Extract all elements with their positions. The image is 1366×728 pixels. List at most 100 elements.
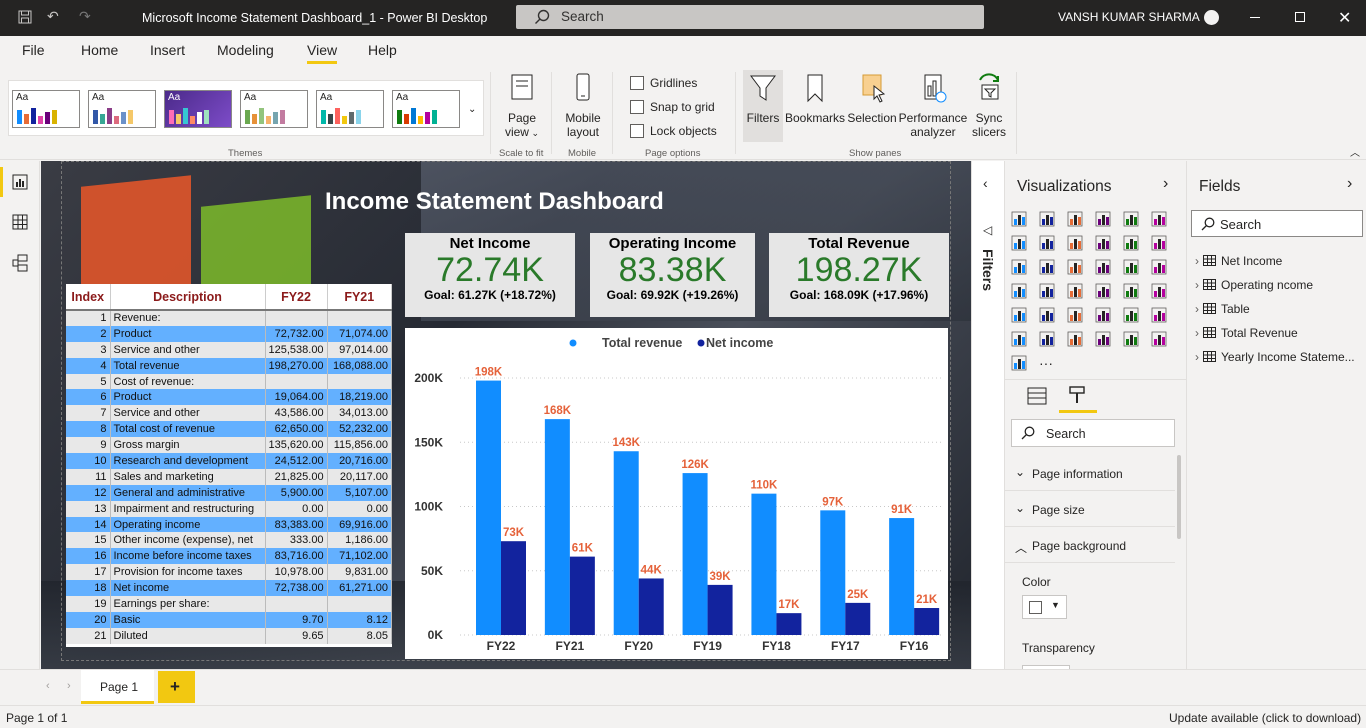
undo-icon[interactable]: ↶ <box>47 8 59 25</box>
table-row[interactable]: 3 Service and other 125,538.00 97,014.00 <box>66 341 393 358</box>
table-row[interactable]: 19 Earnings per share: <box>66 596 393 612</box>
chevron-left-icon[interactable]: ‹ <box>983 175 988 191</box>
filled-map-icon[interactable] <box>1039 283 1057 299</box>
bar-net-income[interactable] <box>501 541 526 635</box>
theme-4[interactable]: Aa <box>240 90 308 128</box>
lock-check[interactable] <box>630 123 644 138</box>
menu-file[interactable]: File <box>22 42 45 58</box>
mobile-layout-button[interactable]: Mobile layout <box>561 72 605 139</box>
r-visual-icon[interactable] <box>1095 307 1113 323</box>
card-icon[interactable] <box>1095 283 1113 299</box>
area-chart-icon[interactable] <box>1039 235 1057 251</box>
column-header[interactable]: Description <box>110 284 266 311</box>
filters-button[interactable]: Filters <box>743 70 783 142</box>
table-row[interactable]: 16 Income before income taxes 83,716.00 71,… <box>66 548 393 565</box>
stacked-area-icon[interactable] <box>1067 235 1085 251</box>
multirow-card-icon[interactable] <box>1123 283 1141 299</box>
table-row[interactable]: 6 Product 19,064.00 18,219.00 <box>66 389 393 406</box>
bar-net-income[interactable] <box>776 613 802 635</box>
line-chart-icon[interactable] <box>1011 235 1029 251</box>
power-apps-icon[interactable] <box>1123 331 1141 347</box>
matrix-icon[interactable] <box>1067 307 1085 323</box>
format-paint-icon[interactable] <box>1067 385 1087 405</box>
ribbon-chart-icon[interactable] <box>1151 235 1169 251</box>
next-page-icon[interactable]: › <box>67 680 71 692</box>
table-row[interactable]: 18 Net income 72,738.00 61,271.00 <box>66 580 393 597</box>
bar-total-revenue[interactable] <box>613 451 639 635</box>
scatter-icon[interactable] <box>1067 259 1085 275</box>
table-row[interactable]: 5 Cost of revenue: <box>66 373 393 390</box>
bar-total-revenue[interactable] <box>751 493 777 635</box>
collapse-ribbon-icon[interactable]: ︿ <box>1350 144 1360 159</box>
kpi-operating-income[interactable]: Operating Income 83.38K Goal: 69.92K (+1… <box>590 233 755 317</box>
avatar[interactable] <box>1204 10 1219 25</box>
minimize-button[interactable] <box>1250 17 1260 18</box>
chevron-right-icon[interactable]: › <box>1163 175 1168 193</box>
table-row[interactable]: 14 Operating income 83,383.00 69,916.00 <box>66 516 393 533</box>
update-link[interactable]: Update available (click to download) <box>1169 711 1361 725</box>
slicer-icon[interactable] <box>1011 307 1029 323</box>
100-column-icon[interactable] <box>1151 211 1169 227</box>
section-page-background[interactable]: ︿ Page background <box>1005 527 1175 563</box>
pie-icon[interactable] <box>1095 259 1113 275</box>
table-row[interactable]: 12 General and administrative 5,900.00 5,10… <box>66 484 393 501</box>
income-statement-table[interactable]: Index Description FY22 FY21 1 Revenue: 2 Pr… <box>66 284 393 647</box>
maximize-button[interactable] <box>1295 12 1305 22</box>
kpi-total-revenue[interactable]: Total Revenue 198.27K Goal: 168.09K (+17… <box>769 233 949 317</box>
field-table-item[interactable]: › Table <box>1195 302 1365 326</box>
bar-total-revenue[interactable] <box>544 419 570 635</box>
bar-net-income[interactable] <box>914 608 940 635</box>
legend-label[interactable]: Net income <box>706 336 773 350</box>
table-row[interactable]: 1 Revenue: <box>66 310 393 326</box>
page-view-button[interactable]: Page view ⌄ <box>500 72 544 139</box>
treemap-icon[interactable] <box>1151 259 1169 275</box>
bookmarks-button[interactable]: Bookmarks <box>785 72 845 125</box>
table-row[interactable]: 9 Gross margin 135,620.00 115,856.00 <box>66 437 393 454</box>
add-page-button[interactable]: + <box>158 671 195 703</box>
prev-page-icon[interactable]: ‹ <box>46 680 50 692</box>
color-picker[interactable]: ▼ <box>1022 595 1067 619</box>
selection-button[interactable]: Selection <box>846 72 898 125</box>
table-icon[interactable] <box>1039 307 1057 323</box>
kpi-icon[interactable] <box>1151 283 1169 299</box>
narrative-icon[interactable] <box>1067 331 1085 347</box>
more-visuals-icon[interactable]: ··· <box>1039 355 1057 371</box>
column-header[interactable]: FY22 <box>265 284 328 311</box>
performance-analyzer-button[interactable]: Performance analyzer <box>898 72 968 139</box>
legend-label[interactable]: Total revenue <box>602 336 682 350</box>
bar-net-income[interactable] <box>845 602 871 635</box>
table-row[interactable]: 17 Provision for income taxes 10,978.00 9,8… <box>66 564 393 581</box>
python-icon[interactable] <box>1123 307 1141 323</box>
qa-icon[interactable] <box>1039 331 1057 347</box>
themes-more-icon[interactable]: ⌄ <box>468 104 476 115</box>
bar-total-revenue[interactable] <box>889 518 915 635</box>
section-page-information[interactable]: ⌄ Page information <box>1005 455 1175 491</box>
table-row[interactable]: 7 Service and other 43,586.00 34,013.00 <box>66 405 393 422</box>
table-row[interactable]: 2 Product 72,732.00 71,074.00 <box>66 325 393 342</box>
table-row[interactable]: 20 Basic 9.70 8.12 <box>66 611 393 628</box>
key-influencers-icon[interactable] <box>1151 307 1169 323</box>
table-row[interactable]: 10 Research and development 24,512.00 20,71… <box>66 453 393 469</box>
gauge-icon[interactable] <box>1067 283 1085 299</box>
clustered-column-icon[interactable] <box>1095 211 1113 227</box>
bar-net-income[interactable] <box>707 584 733 635</box>
power-automate-icon[interactable] <box>1151 331 1169 347</box>
sync-slicers-button[interactable]: Sync slicers <box>968 72 1010 139</box>
chevron-right-icon[interactable]: › <box>1347 175 1352 193</box>
search-input[interactable]: Search <box>516 5 984 29</box>
field-table-item[interactable]: › Total Revenue <box>1195 326 1365 350</box>
field-table-item[interactable]: › Net Income <box>1195 254 1365 278</box>
user-name[interactable]: VANSH KUMAR SHARMA <box>1058 10 1200 24</box>
column-header[interactable]: FY21 <box>327 284 393 311</box>
decomposition-icon[interactable] <box>1011 331 1029 347</box>
stacked-column-icon[interactable] <box>1039 211 1057 227</box>
field-table-item[interactable]: › Operating ncome <box>1195 278 1365 302</box>
bar-net-income[interactable] <box>569 556 595 635</box>
field-table-item[interactable]: › Yearly Income Stateme... <box>1195 350 1365 374</box>
theme-2[interactable]: Aa <box>88 90 156 128</box>
theme-1[interactable]: Aa <box>12 90 80 128</box>
fields-tab-icon[interactable] <box>1027 387 1047 405</box>
snap-check[interactable] <box>630 99 644 114</box>
line-clustered-icon[interactable] <box>1123 235 1141 251</box>
table-row[interactable]: 11 Sales and marketing 21,825.00 20,117.00 <box>66 468 393 485</box>
